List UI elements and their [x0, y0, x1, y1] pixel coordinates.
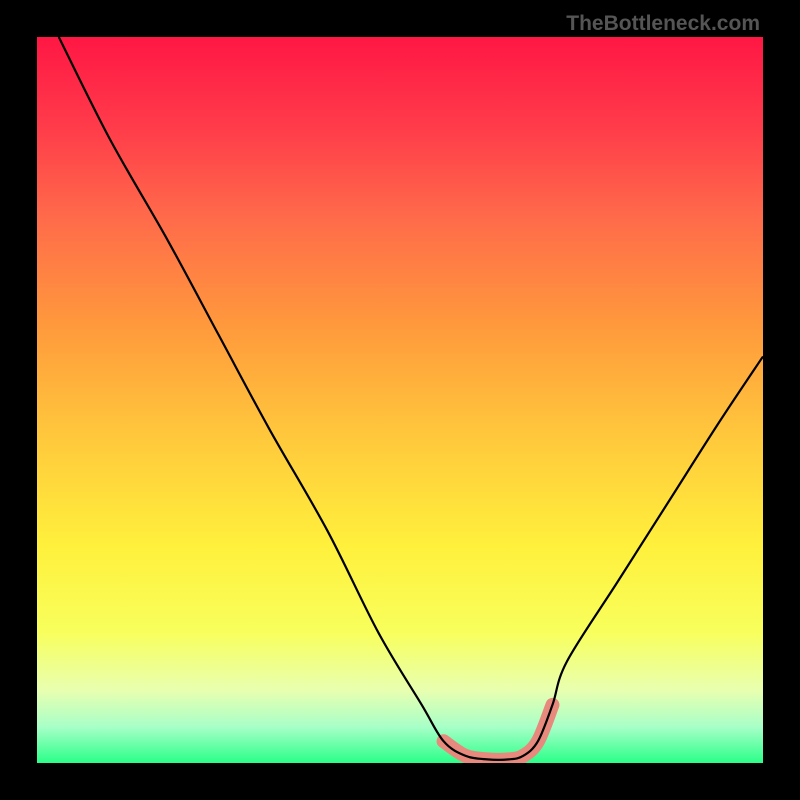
plot-area: [37, 37, 763, 763]
watermark: TheBottleneck.com: [566, 12, 760, 36]
bottleneck-curve: [59, 37, 763, 760]
curve-layer: [37, 37, 763, 763]
chart-container: TheBottleneck.com: [0, 0, 800, 800]
optimal-range-highlight: [444, 705, 553, 760]
